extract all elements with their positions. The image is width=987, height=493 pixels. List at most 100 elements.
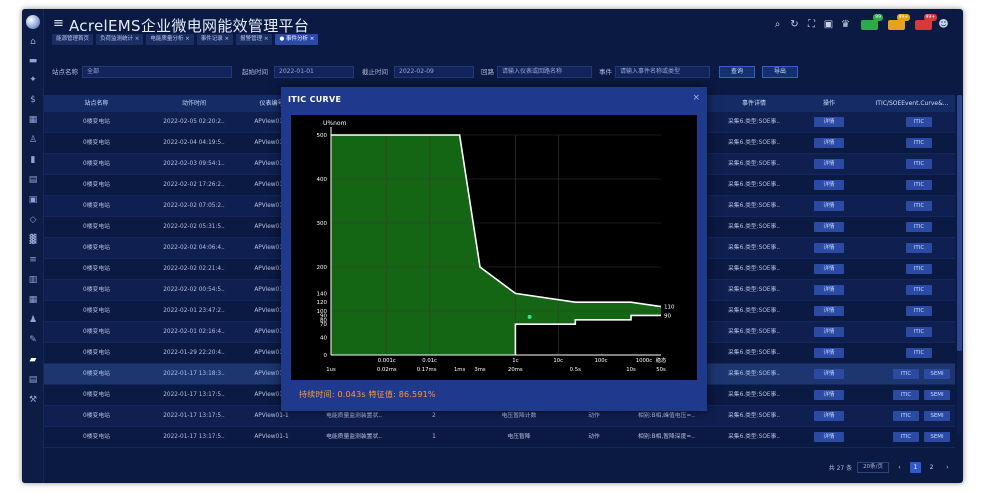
- tab-alarm[interactable]: 报警管理 ×: [236, 34, 273, 45]
- cell-c5: 1: [432, 434, 436, 440]
- detail-button[interactable]: 详情: [814, 348, 844, 358]
- tab-home[interactable]: 能源管理首页: [52, 34, 94, 45]
- screenshot-icon[interactable]: ▣: [823, 19, 834, 31]
- detail-button[interactable]: 详情: [814, 201, 844, 211]
- station-select[interactable]: 全部: [82, 66, 232, 78]
- cell-time: 2022-01-17 13:17:5..: [163, 392, 225, 398]
- itic-button[interactable]: ITIC: [906, 306, 932, 316]
- menu-icon[interactable]: ≡: [53, 16, 64, 31]
- tab-load-monitor[interactable]: 负荷监测统计 ×: [96, 34, 144, 45]
- detail-button[interactable]: 详情: [814, 327, 844, 337]
- home-icon[interactable]: ⌂: [28, 37, 38, 47]
- alarm-icon[interactable]: ♙: [28, 135, 38, 145]
- itic-button[interactable]: ITIC: [906, 159, 932, 169]
- cell-c6: 电压暂降: [507, 434, 531, 440]
- tab-event-analysis[interactable]: ● 事件分析 ×: [275, 34, 319, 45]
- monitor-icon[interactable]: ▬: [28, 56, 38, 66]
- itic-button[interactable]: ITIC: [906, 180, 932, 190]
- table-row[interactable]: 0楼变电站 2022-01-17 13:17:5.. APView01-1 电能质量监…: [44, 427, 955, 448]
- people-icon[interactable]: ♟: [28, 315, 38, 325]
- detail-button[interactable]: 详情: [814, 138, 844, 148]
- export-button[interactable]: 导出: [762, 66, 798, 78]
- grid-icon[interactable]: ▓: [28, 235, 38, 245]
- itic-button[interactable]: ITIC: [893, 390, 919, 400]
- sidebar: ⌂ ▬ ✦ $ ▦ ♙ ▮ ▤ ▣ ◇ ▓ ≡ ▥ ▦ ♟ ✎ ▰ ▤ ⚒: [22, 9, 44, 483]
- edit-icon[interactable]: ✎: [28, 335, 38, 345]
- semi-button[interactable]: SEMI: [924, 369, 950, 379]
- scrollbar[interactable]: [957, 95, 962, 433]
- detail-button[interactable]: 详情: [814, 390, 844, 400]
- feature-label: 特征值: [368, 390, 394, 399]
- detail-button[interactable]: 详情: [814, 159, 844, 169]
- itic-button[interactable]: ITIC: [906, 117, 932, 127]
- event-data-point: [527, 314, 532, 319]
- prev-page-button[interactable]: ‹: [894, 462, 905, 473]
- next-page-button[interactable]: ›: [942, 462, 953, 473]
- location-icon[interactable]: ◇: [28, 215, 38, 225]
- query-button[interactable]: 查询: [719, 66, 755, 78]
- warning-chip[interactable]: 99: [861, 14, 883, 30]
- screen-icon[interactable]: ▣: [28, 195, 38, 205]
- start-time-input[interactable]: 2022-01-01: [274, 66, 354, 78]
- doc-icon[interactable]: ▤: [28, 375, 38, 385]
- detail-button[interactable]: 详情: [814, 264, 844, 274]
- scrollbar-thumb[interactable]: [957, 95, 962, 351]
- end-time-input[interactable]: 2022-02-09: [394, 66, 474, 78]
- shirt-icon[interactable]: ♛: [840, 19, 851, 31]
- search-icon[interactable]: ⌕: [772, 19, 783, 31]
- cell-detail: 采集6.类型:SOE事..: [727, 266, 781, 272]
- tab-event-log[interactable]: 事件记录 ×: [196, 34, 234, 45]
- itic-button[interactable]: ITIC: [906, 348, 932, 358]
- user-icon[interactable]: ☻: [938, 19, 949, 31]
- detail-button[interactable]: 详情: [814, 243, 844, 253]
- y-tick-label: 120: [317, 300, 328, 306]
- loop-input[interactable]: 请输入仪表或回路名称: [497, 66, 592, 78]
- detail-button[interactable]: 详情: [814, 180, 844, 190]
- alarm-chip[interactable]: 99+: [888, 14, 910, 30]
- page-size-select[interactable]: 20条/页: [857, 461, 889, 473]
- tab-power-quality[interactable]: 电能质量分析 ×: [146, 34, 194, 45]
- x-top-tick-label: 稳态: [656, 356, 667, 364]
- detail-button[interactable]: 详情: [814, 369, 844, 379]
- detail-button[interactable]: 详情: [814, 117, 844, 127]
- device-icon[interactable]: ▦: [28, 295, 38, 305]
- station-label: 站点名称: [52, 68, 78, 76]
- semi-button[interactable]: SEMI: [924, 432, 950, 442]
- itic-button[interactable]: ITIC: [906, 327, 932, 337]
- semi-button[interactable]: SEMI: [924, 411, 950, 421]
- itic-button[interactable]: ITIC: [893, 432, 919, 442]
- detail-button[interactable]: 详情: [814, 432, 844, 442]
- logo: [26, 15, 40, 29]
- refresh-icon[interactable]: ↻: [789, 19, 800, 31]
- itic-button[interactable]: ITIC: [893, 411, 919, 421]
- detail-button[interactable]: 详情: [814, 222, 844, 232]
- itic-button[interactable]: ITIC: [906, 222, 932, 232]
- quality-icon[interactable]: ▦: [28, 115, 38, 125]
- chart-icon[interactable]: ▮: [28, 155, 38, 165]
- itic-button[interactable]: ITIC: [906, 138, 932, 148]
- x-bottom-tick-label: 0.02ms: [377, 367, 397, 373]
- fullscreen-icon[interactable]: ⛶: [806, 19, 817, 31]
- itic-button[interactable]: ITIC: [906, 201, 932, 211]
- settings-icon[interactable]: ⚒: [28, 395, 38, 405]
- itic-button[interactable]: ITIC: [906, 264, 932, 274]
- semi-button[interactable]: SEMI: [924, 390, 950, 400]
- detail-button[interactable]: 详情: [814, 411, 844, 421]
- event-input[interactable]: 请输入事件名称或类型: [615, 66, 710, 78]
- event-icon[interactable]: ▰: [28, 355, 38, 365]
- page-2-button[interactable]: 2: [926, 462, 937, 473]
- report-icon[interactable]: ▤: [28, 175, 38, 185]
- itic-button[interactable]: ITIC: [906, 285, 932, 295]
- cell-site: 0楼变电站: [83, 392, 110, 398]
- table-icon[interactable]: ▥: [28, 275, 38, 285]
- list-icon[interactable]: ≡: [28, 255, 38, 265]
- energy-icon[interactable]: ✦: [28, 75, 38, 85]
- close-icon[interactable]: ×: [692, 93, 700, 103]
- itic-button[interactable]: ITIC: [893, 369, 919, 379]
- itic-button[interactable]: ITIC: [906, 243, 932, 253]
- page-1-button[interactable]: 1: [910, 461, 921, 473]
- detail-button[interactable]: 详情: [814, 306, 844, 316]
- detail-button[interactable]: 详情: [814, 285, 844, 295]
- accident-chip[interactable]: 99+: [915, 14, 937, 30]
- money-icon[interactable]: $: [28, 95, 38, 105]
